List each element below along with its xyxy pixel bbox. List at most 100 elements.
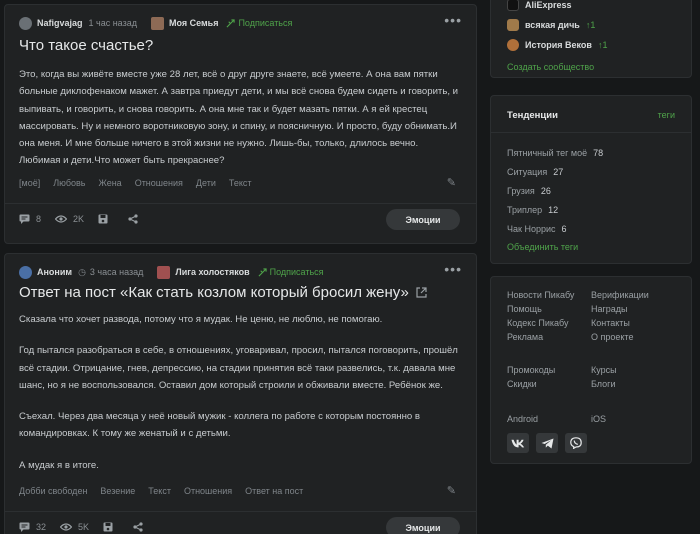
trend-item[interactable]: Пятничный тег моё 78 <box>507 148 603 158</box>
footer-link[interactable]: Курсы <box>591 365 617 375</box>
trend-name: Чак Норрис <box>507 224 556 234</box>
post-time: 1 час назад <box>88 18 137 28</box>
trends-title: Тенденции <box>507 110 558 121</box>
views-indicator: 2K <box>55 214 84 224</box>
comment-icon <box>19 214 30 224</box>
edit-icon[interactable]: ✎ <box>447 484 456 497</box>
community-item[interactable]: История Веков ↑1 <box>507 39 607 51</box>
post-title[interactable]: Что такое счастье? <box>19 37 153 54</box>
save-icon <box>103 522 113 532</box>
footer-link[interactable]: Новости Пикабу <box>507 290 574 300</box>
footer-link[interactable]: Кодекс Пикабу <box>507 318 568 328</box>
tag[interactable]: Текст <box>148 486 171 496</box>
merge-tags-link[interactable]: Объединить теги <box>507 242 578 252</box>
comment-icon <box>19 522 30 532</box>
post-header: Аноним ◷ 3 часа назад Лига холостяков По… <box>19 262 462 280</box>
new-posts-badge: ↑1 <box>597 40 608 50</box>
footer-link[interactable]: Контакты <box>591 318 630 328</box>
footer-link[interactable]: Блоги <box>591 379 615 389</box>
community-avatar[interactable] <box>150 16 164 30</box>
comments-button[interactable]: 8 <box>19 214 41 224</box>
trend-count: 27 <box>553 167 564 177</box>
trend-name: Триплер <box>507 205 543 215</box>
tag[interactable]: Ответ на пост <box>245 486 303 496</box>
trend-item[interactable]: Триплер 12 <box>507 205 558 215</box>
viber-icon <box>570 437 582 449</box>
avatar[interactable] <box>19 265 32 279</box>
clock-icon: ◷ <box>78 266 86 277</box>
tag[interactable]: Дети <box>196 178 216 188</box>
post-title-row[interactable]: Ответ на пост «Как стать козлом который … <box>19 284 427 301</box>
footer-link[interactable]: Реклама <box>507 332 543 342</box>
subscribe-icon <box>258 267 267 276</box>
community-label: История Веков <box>525 40 592 50</box>
trend-item[interactable]: Ситуация 27 <box>507 167 563 177</box>
tag[interactable]: Добби свободен <box>19 486 87 496</box>
trend-item[interactable]: Чак Норрис 6 <box>507 224 567 234</box>
edit-icon[interactable]: ✎ <box>447 176 456 189</box>
tag[interactable]: Отношения <box>184 486 232 496</box>
subscribe-button[interactable]: Подписаться <box>226 18 292 28</box>
footer-link[interactable]: Скидки <box>507 379 537 389</box>
footer-link[interactable]: Промокоды <box>507 365 555 375</box>
trends-header: Тенденции теги <box>491 96 691 133</box>
share-icon <box>128 214 138 224</box>
share-button[interactable] <box>133 522 149 532</box>
tag[interactable]: Любовь <box>53 178 85 188</box>
tag[interactable]: Везение <box>100 486 135 496</box>
save-button[interactable] <box>103 522 119 532</box>
community-item[interactable]: всякая дичь ↑1 <box>507 19 595 31</box>
trend-count: 6 <box>561 224 567 234</box>
tag[interactable]: Отношения <box>135 178 183 188</box>
post-body: Сказала что хочет развода, потому что я … <box>19 311 460 488</box>
paragraph: Год пытался разобраться в себе, в отноше… <box>19 345 458 391</box>
emotions-button[interactable]: Эмоции <box>386 517 460 534</box>
more-icon[interactable]: ••• <box>444 13 462 27</box>
tags-link[interactable]: теги <box>658 110 675 120</box>
share-button[interactable] <box>128 214 144 224</box>
comments-count: 32 <box>36 522 47 532</box>
save-icon <box>98 214 108 224</box>
community-item[interactable]: AliExpress <box>507 0 572 11</box>
telegram-button[interactable] <box>536 433 558 453</box>
trend-name: Пятничный тег моё <box>507 148 588 158</box>
subscribe-button[interactable]: Подписаться <box>258 267 324 277</box>
vk-button[interactable] <box>507 433 529 453</box>
community-name[interactable]: Лига холостяков <box>175 267 249 277</box>
footer-link[interactable]: Верификации <box>591 290 649 300</box>
external-link-icon[interactable] <box>416 287 427 298</box>
avatar[interactable] <box>19 16 32 30</box>
ios-link[interactable]: iOS <box>591 414 606 424</box>
author-name[interactable]: Nafigvajag <box>37 18 83 28</box>
tag[interactable]: Жена <box>99 178 122 188</box>
comments-button[interactable]: 32 <box>19 522 46 532</box>
footer-link[interactable]: Помощь <box>507 304 542 314</box>
post-body: Это, когда вы живёте вместе уже 28 лет, … <box>19 69 459 167</box>
more-icon[interactable]: ••• <box>444 262 462 276</box>
footer-link[interactable]: О проекте <box>591 332 633 342</box>
community-name[interactable]: Моя Семья <box>169 18 218 28</box>
android-link[interactable]: Android <box>507 414 538 424</box>
emotions-button[interactable]: Эмоции <box>386 209 460 230</box>
viber-button[interactable] <box>565 433 587 453</box>
footer-link[interactable]: Награды <box>591 304 628 314</box>
tag[interactable]: Текст <box>229 178 252 188</box>
community-label: AliExpress <box>525 0 572 10</box>
post-time: 3 часа назад <box>89 267 144 277</box>
eye-icon <box>55 215 68 223</box>
community-avatar[interactable] <box>157 265 171 279</box>
post-title[interactable]: Ответ на пост «Как стать козлом который … <box>19 284 409 301</box>
trend-item[interactable]: Грузия 26 <box>507 186 551 196</box>
divider <box>5 203 476 204</box>
trend-count: 78 <box>593 148 604 158</box>
subscribe-icon <box>226 18 236 27</box>
views-count: 2K <box>73 214 85 224</box>
save-button[interactable] <box>98 214 114 224</box>
tag[interactable]: [моё] <box>19 178 40 188</box>
community-icon <box>507 19 519 31</box>
create-community-link[interactable]: Создать сообщество <box>507 62 594 72</box>
vk-icon <box>511 439 525 447</box>
author-name[interactable]: Аноним <box>37 267 72 277</box>
aliexpress-icon <box>507 0 519 11</box>
post-card: Nafigvajag 1 час назад Моя Семья Подписа… <box>4 4 477 244</box>
